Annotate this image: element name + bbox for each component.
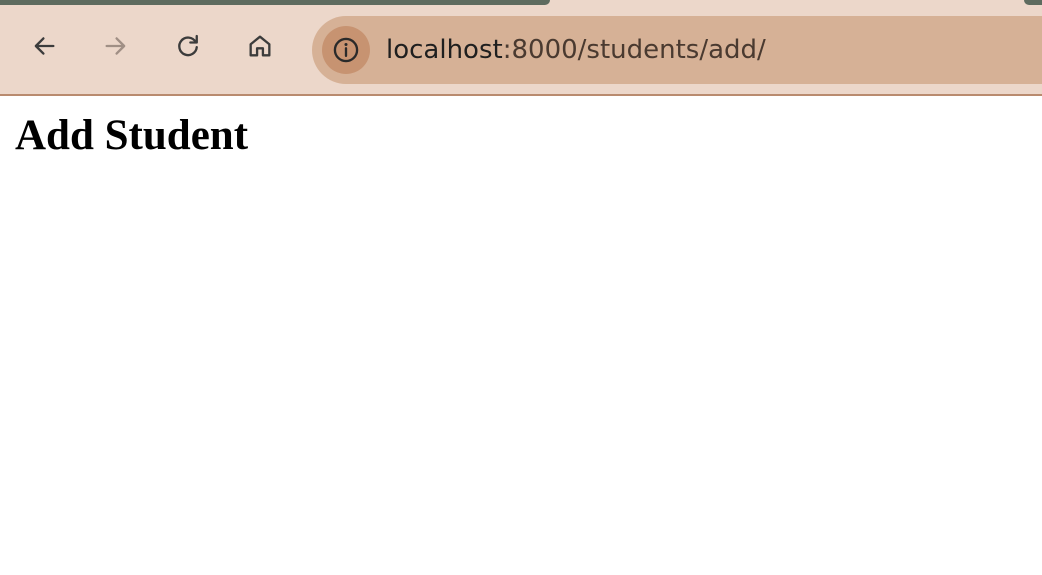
arrow-left-icon: [34, 37, 55, 55]
url-host: localhost: [386, 35, 503, 65]
page-title: Add Student: [15, 112, 249, 159]
url-path: :8000/students/add/: [502, 35, 766, 65]
forward-button[interactable]: [96, 26, 136, 66]
active-tab-edge: [0, 0, 550, 5]
home-icon: [249, 35, 271, 57]
reload-button[interactable]: [168, 26, 208, 66]
back-button[interactable]: [24, 26, 64, 66]
home-button[interactable]: [240, 26, 280, 66]
address-bar[interactable]: localhost:8000/students/add/: [312, 16, 1042, 84]
info-icon: [333, 37, 359, 63]
tab-edge: [1024, 0, 1042, 5]
site-info-button[interactable]: [322, 26, 370, 74]
url-text[interactable]: localhost:8000/students/add/: [386, 16, 766, 84]
browser-toolbar: localhost:8000/students/add/: [0, 0, 1042, 96]
page-content: Add Student: [0, 96, 1042, 176]
reload-icon: [178, 34, 198, 57]
arrow-right-icon: [105, 37, 126, 55]
